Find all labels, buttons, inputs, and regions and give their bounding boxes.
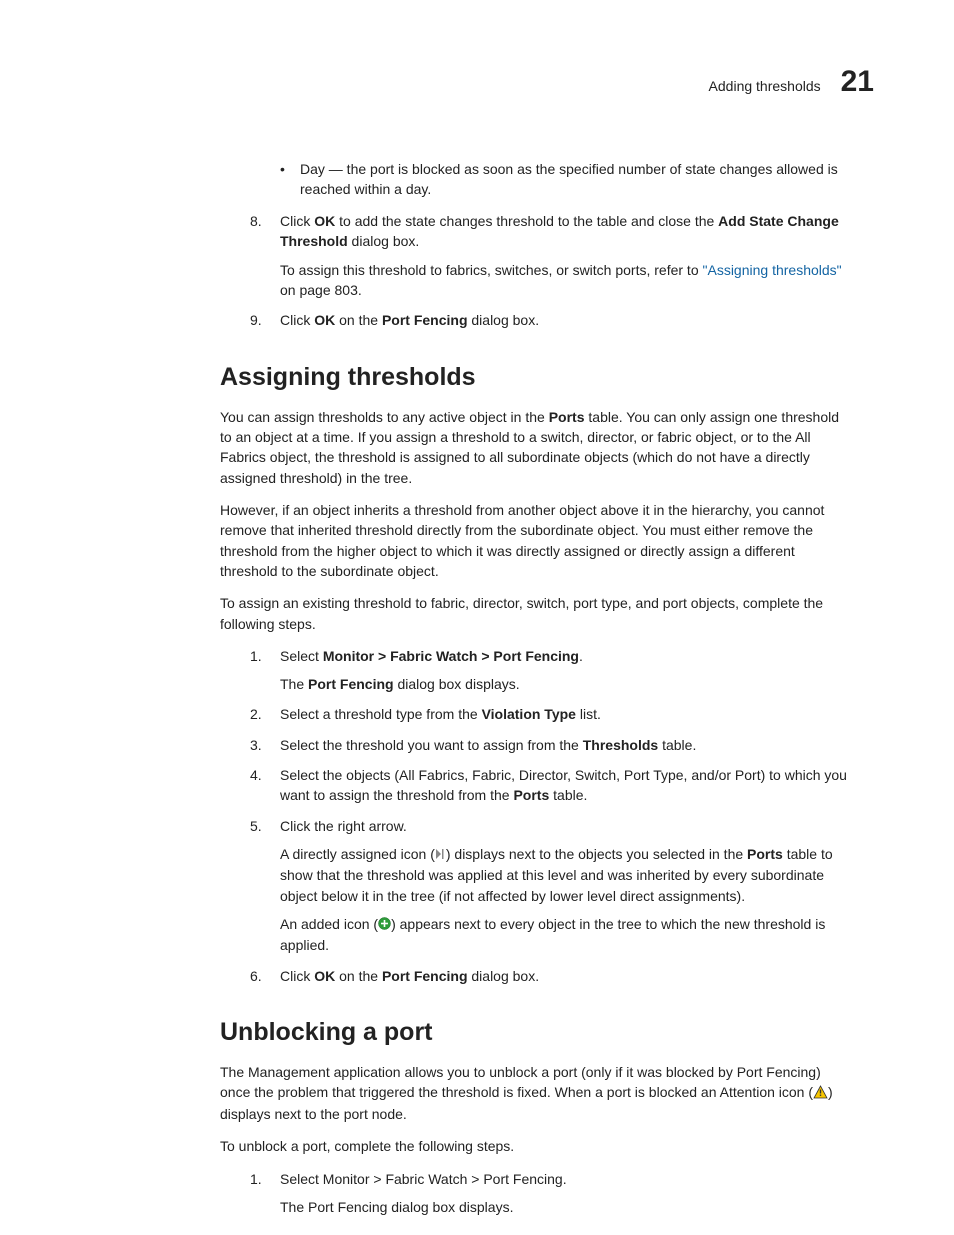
unblocking-heading: Unblocking a port bbox=[220, 1014, 854, 1050]
header-title: Adding thresholds bbox=[709, 76, 821, 96]
text: dialog box displays. bbox=[394, 676, 520, 692]
text: ) displays next to the objects you selec… bbox=[446, 846, 747, 862]
text: dialog box. bbox=[468, 968, 540, 984]
page-header: Adding thresholds 21 bbox=[80, 60, 874, 104]
text: Select Monitor > Fabric Watch > Port Fen… bbox=[280, 1171, 567, 1187]
port-fencing-label: Port Fencing bbox=[308, 676, 394, 692]
unblocking-p1: The Management application allows you to… bbox=[220, 1062, 854, 1124]
text: You can assign thresholds to any active … bbox=[220, 409, 549, 425]
assign-step-4: 4. Select the objects (All Fabrics, Fabr… bbox=[250, 765, 854, 806]
text: Click bbox=[280, 968, 314, 984]
text: Select bbox=[280, 648, 323, 664]
assign-step-2: 2. Select a threshold type from the Viol… bbox=[250, 704, 854, 724]
text: dialog box. bbox=[348, 233, 420, 249]
text: table. bbox=[658, 737, 696, 753]
assign-step-6: 6. Click OK on the Port Fencing dialog b… bbox=[250, 966, 854, 986]
step-bullet-wrap: Day — the port is blocked as soon as the… bbox=[250, 159, 854, 200]
assigning-thresholds-link[interactable]: "Assigning thresholds" bbox=[703, 262, 842, 278]
step-number: 6. bbox=[250, 966, 272, 986]
text: list. bbox=[576, 706, 601, 722]
text: on the bbox=[335, 312, 382, 328]
assigned-arrow-icon bbox=[435, 845, 446, 865]
text: table. bbox=[549, 787, 587, 803]
prev-steps-block: Day — the port is blocked as soon as the… bbox=[80, 159, 874, 331]
ports-label: Ports bbox=[747, 846, 783, 862]
step-number: 2. bbox=[250, 704, 272, 724]
ok-label: OK bbox=[314, 312, 335, 328]
step-number: 8. bbox=[250, 211, 272, 231]
bullet-day: Day — the port is blocked as soon as the… bbox=[280, 159, 854, 200]
text: To assign this threshold to fabrics, swi… bbox=[280, 262, 703, 278]
attention-icon bbox=[813, 1084, 828, 1104]
text: The bbox=[280, 676, 308, 692]
text: on page 803. bbox=[280, 282, 362, 298]
ok-label: OK bbox=[314, 968, 335, 984]
unblocking-p2: To unblock a port, complete the followin… bbox=[220, 1136, 854, 1156]
text: on the bbox=[335, 968, 382, 984]
assigning-p3: To assign an existing threshold to fabri… bbox=[220, 593, 854, 634]
menu-path: Monitor > Fabric Watch > Port Fencing bbox=[323, 648, 579, 664]
step-number: 9. bbox=[250, 310, 272, 330]
text: A directly assigned icon ( bbox=[280, 846, 435, 862]
unblock-step-1: 1. Select Monitor > Fabric Watch > Port … bbox=[250, 1169, 854, 1218]
text: Click bbox=[280, 213, 314, 229]
added-plus-icon bbox=[378, 915, 391, 935]
unblocking-steps: 1. Select Monitor > Fabric Watch > Port … bbox=[80, 1169, 874, 1218]
ports-label: Ports bbox=[513, 787, 549, 803]
assign-step-1: 1. Select Monitor > Fabric Watch > Port … bbox=[250, 646, 854, 695]
chapter-number: 21 bbox=[841, 60, 874, 104]
ports-label: Ports bbox=[549, 409, 585, 425]
unblocking-section: Unblocking a port The Management applica… bbox=[80, 1014, 874, 1157]
step-number: 5. bbox=[250, 816, 272, 836]
assigning-heading: Assigning thresholds bbox=[220, 359, 854, 395]
assigning-section: Assigning thresholds You can assign thre… bbox=[80, 359, 874, 634]
text: Select the threshold you want to assign … bbox=[280, 737, 583, 753]
text: Select a threshold type from the bbox=[280, 706, 482, 722]
text: The Management application allows you to… bbox=[220, 1064, 821, 1100]
step-8-line1: Click OK to add the state changes thresh… bbox=[280, 211, 854, 252]
step-number: 1. bbox=[250, 646, 272, 666]
assigning-p2: However, if an object inherits a thresho… bbox=[220, 500, 854, 581]
ok-label: OK bbox=[314, 213, 335, 229]
port-fencing-label: Port Fencing bbox=[382, 968, 468, 984]
text: Click the right arrow. bbox=[280, 818, 407, 834]
step-number: 3. bbox=[250, 735, 272, 755]
port-fencing-label: Port Fencing bbox=[382, 312, 468, 328]
step-9: 9. Click OK on the Port Fencing dialog b… bbox=[250, 310, 854, 330]
assigning-steps: 1. Select Monitor > Fabric Watch > Port … bbox=[80, 646, 874, 986]
assign-step-5: 5. Click the right arrow. A directly ass… bbox=[250, 816, 854, 956]
unblock-step-1-sub: The Port Fencing dialog box displays. bbox=[280, 1197, 854, 1217]
text: dialog box. bbox=[468, 312, 540, 328]
assign-step-5-sub1: A directly assigned icon ( ) displays nex… bbox=[280, 844, 854, 906]
text: An added icon ( bbox=[280, 916, 378, 932]
step-number: 1. bbox=[250, 1169, 272, 1189]
assign-step-5-sub2: An added icon () appears next to every o… bbox=[280, 914, 854, 956]
document-page: Adding thresholds 21 Day — the port is b… bbox=[0, 0, 954, 1235]
thresholds-label: Thresholds bbox=[583, 737, 658, 753]
assign-step-1-sub: The Port Fencing dialog box displays. bbox=[280, 674, 854, 694]
text: Click bbox=[280, 312, 314, 328]
step-8-line2: To assign this threshold to fabrics, swi… bbox=[280, 260, 854, 301]
assigning-p1: You can assign thresholds to any active … bbox=[220, 407, 854, 488]
text: to add the state changes threshold to th… bbox=[335, 213, 718, 229]
step-number: 4. bbox=[250, 765, 272, 785]
step-8: 8. Click OK to add the state changes thr… bbox=[250, 211, 854, 300]
assign-step-3: 3. Select the threshold you want to assi… bbox=[250, 735, 854, 755]
text: . bbox=[579, 648, 583, 664]
violation-type-label: Violation Type bbox=[482, 706, 576, 722]
